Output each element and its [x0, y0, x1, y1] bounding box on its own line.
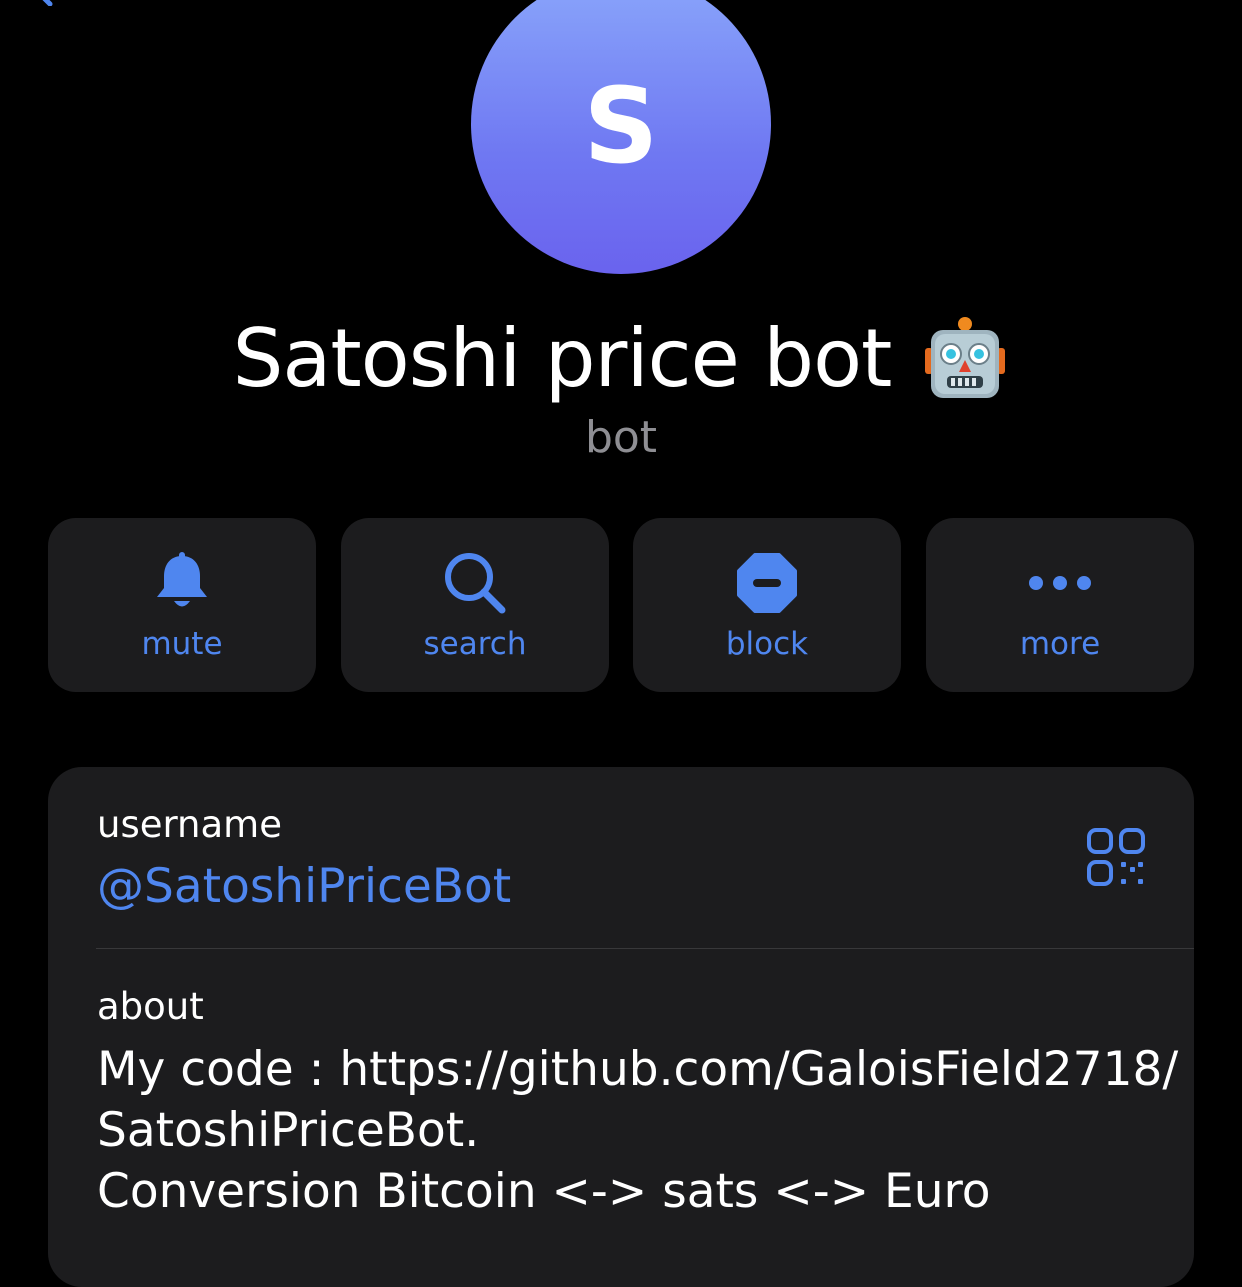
about-line[interactable]: My code : https://github.com/GaloisField…	[97, 1039, 1178, 1100]
robot-face-icon	[925, 317, 1006, 398]
block-button[interactable]: block	[633, 518, 901, 692]
mute-label: mute	[141, 626, 223, 662]
profile-subtitle: bot	[584, 412, 658, 463]
chevron-left-icon[interactable]	[30, 0, 58, 6]
block-label: block	[725, 626, 809, 662]
more-label: more	[1019, 626, 1101, 662]
info-card: username @SatoshiPriceBot about My code …	[48, 767, 1194, 1287]
search-icon	[440, 548, 510, 618]
about-line: Conversion Bitcoin <-> sats <-> Euro	[97, 1164, 991, 1219]
action-bar: mute search block more	[48, 518, 1194, 692]
username-link[interactable]: @SatoshiPriceBot	[97, 859, 511, 914]
mute-button[interactable]: mute	[48, 518, 316, 692]
search-button[interactable]: search	[341, 518, 609, 692]
avatar[interactable]: S	[471, 0, 771, 274]
search-label: search	[423, 626, 527, 662]
username-label: username	[97, 803, 282, 846]
qr-code-icon[interactable]	[1086, 827, 1146, 887]
about-line[interactable]: SatoshiPriceBot.	[97, 1100, 1167, 1161]
more-button[interactable]: more	[926, 518, 1194, 692]
block-icon	[732, 548, 802, 618]
profile-name: Satoshi price bot	[232, 311, 893, 405]
avatar-initial: S	[583, 65, 659, 187]
more-icon	[1025, 548, 1095, 618]
about-label: about	[97, 985, 204, 1028]
profile-name-row: Satoshi price bot	[0, 308, 1242, 408]
about-text: My code : https://github.com/GaloisField…	[97, 1039, 1178, 1222]
divider	[96, 948, 1194, 949]
bell-icon	[147, 548, 217, 618]
